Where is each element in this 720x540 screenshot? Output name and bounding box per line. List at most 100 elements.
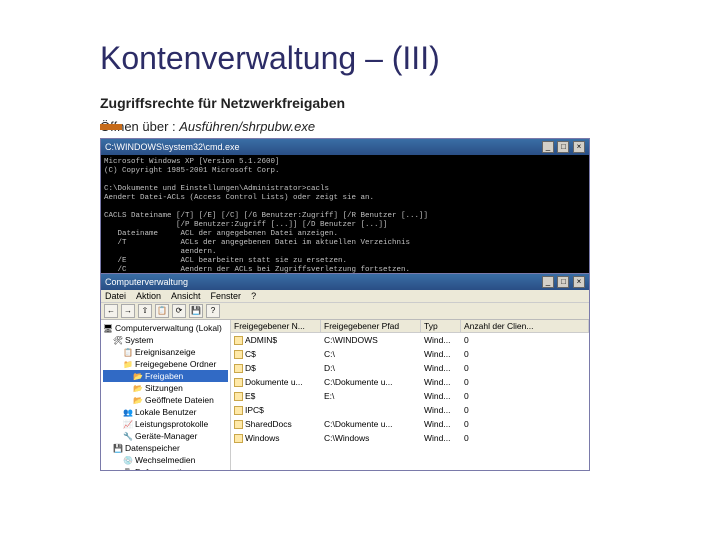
tree-label: Ereignisanzeige (135, 346, 195, 358)
cmd-titlebar[interactable]: C:\WINDOWS\system32\cmd.exe _ □ × (101, 139, 589, 155)
tree-label: Freigegebene Ordner (135, 358, 216, 370)
tree-item[interactable]: 📂Freigaben (103, 370, 228, 382)
tree-item[interactable]: 📈Leistungsprotokolle (103, 418, 228, 430)
list-header: Freigegebener N... Freigegebener Pfad Ty… (231, 320, 589, 333)
menu-item[interactable]: Aktion (136, 291, 161, 301)
cell: 0 (461, 375, 589, 389)
table-row[interactable]: D$D:\Wind...0 (231, 361, 589, 375)
minimize-button[interactable]: _ (542, 276, 554, 288)
tree-item[interactable]: 👥Lokale Benutzer (103, 406, 228, 418)
cmd-title-text: C:\WINDOWS\system32\cmd.exe (105, 142, 240, 152)
tree-item[interactable]: 🗜Defragmentierung (103, 466, 228, 470)
help-button[interactable]: ? (206, 304, 220, 318)
folder-icon: 📂 (133, 371, 143, 381)
table-row[interactable]: ADMIN$C:\WINDOWSWind...0 (231, 333, 589, 347)
table-row[interactable]: SharedDocsC:\Dokumente u...Wind...0 (231, 417, 589, 431)
cell: SharedDocs (231, 417, 321, 431)
toolbar: ← → ⇧ 📋 ⟳ 💾 ? (101, 303, 589, 320)
folder-icon: 🗜 (123, 467, 133, 470)
cmd-output: Microsoft Windows XP [Version 5.1.2600] … (101, 155, 589, 273)
cell: C:\Dokumente u... (321, 375, 421, 389)
tree-item[interactable]: 📋Ereignisanzeige (103, 346, 228, 358)
menu-item[interactable]: Datei (105, 291, 126, 301)
back-button[interactable]: ← (104, 304, 118, 318)
folder-icon: 📂 (133, 383, 143, 393)
computer-icon: 🖥 (103, 323, 113, 333)
tree-label: Geräte-Manager (135, 430, 197, 442)
cell: D$ (231, 361, 321, 375)
table-row[interactable]: WindowsC:\WindowsWind...0 (231, 431, 589, 445)
cell: C:\Windows (321, 431, 421, 445)
col-header[interactable]: Anzahl der Clien... (461, 320, 589, 332)
tree-item[interactable]: 💾Datenspeicher (103, 442, 228, 454)
properties-button[interactable]: 📋 (155, 304, 169, 318)
cell: Wind... (421, 347, 461, 361)
menu-item[interactable]: Fenster (211, 291, 242, 301)
cell: Wind... (421, 361, 461, 375)
tree-item[interactable]: 🔧Geräte-Manager (103, 430, 228, 442)
list-panel: Freigegebener N... Freigegebener Pfad Ty… (231, 320, 589, 470)
col-header[interactable]: Freigegebener Pfad (321, 320, 421, 332)
close-button[interactable]: × (573, 141, 585, 153)
share-icon (234, 336, 243, 345)
folder-icon: 💾 (113, 443, 123, 453)
col-header[interactable]: Typ (421, 320, 461, 332)
table-row[interactable]: Dokumente u...C:\Dokumente u...Wind...0 (231, 375, 589, 389)
refresh-button[interactable]: ⟳ (172, 304, 186, 318)
tree-label: Freigaben (145, 370, 183, 382)
open-instruction: Öffnen über : Ausführen/shrpubw.exe (100, 119, 720, 134)
slide-title: Kontenverwaltung – (III) (100, 40, 720, 77)
share-icon (234, 350, 243, 359)
cell: C$ (231, 347, 321, 361)
cell: Dokumente u... (231, 375, 321, 389)
cell: Wind... (421, 431, 461, 445)
cell: ADMIN$ (231, 333, 321, 347)
export-button[interactable]: 💾 (189, 304, 203, 318)
tree-item[interactable]: 🛠System (103, 334, 228, 346)
minimize-button[interactable]: _ (542, 141, 554, 153)
table-row[interactable]: IPC$ Wind...0 (231, 403, 589, 417)
tree-label: Datenspeicher (125, 442, 180, 454)
close-button[interactable]: × (573, 276, 585, 288)
mgmt-titlebar[interactable]: Computerverwaltung _ □ × (101, 274, 589, 290)
cell: Wind... (421, 389, 461, 403)
up-button[interactable]: ⇧ (138, 304, 152, 318)
share-icon (234, 378, 243, 387)
cell: C:\WINDOWS (321, 333, 421, 347)
share-icon (234, 420, 243, 429)
menu-bar: Datei Aktion Ansicht Fenster ? (101, 290, 589, 303)
tree-item[interactable]: 📂Sitzungen (103, 382, 228, 394)
table-row[interactable]: C$C:\Wind...0 (231, 347, 589, 361)
cmd-window: C:\WINDOWS\system32\cmd.exe _ □ × Micros… (100, 138, 590, 274)
tree-item[interactable]: 📂Geöffnete Dateien (103, 394, 228, 406)
menu-item[interactable]: ? (251, 291, 256, 301)
cell: IPC$ (231, 403, 321, 417)
cell (321, 403, 421, 417)
cell: 0 (461, 403, 589, 417)
tree-panel: 🖥 Computerverwaltung (Lokal) 🛠System📋Ere… (101, 320, 231, 470)
cell: Windows (231, 431, 321, 445)
cell: E:\ (321, 389, 421, 403)
cell: Wind... (421, 403, 461, 417)
col-header[interactable]: Freigegebener N... (231, 320, 321, 332)
cell: Wind... (421, 375, 461, 389)
slide-subtitle: Zugriffsrechte für Netzwerkfreigaben (100, 95, 720, 111)
tree-item[interactable]: 💿Wechselmedien (103, 454, 228, 466)
cell: 0 (461, 333, 589, 347)
folder-icon: 🔧 (123, 431, 133, 441)
mgmt-title-text: Computerverwaltung (105, 277, 188, 287)
maximize-button[interactable]: □ (557, 141, 569, 153)
cell: 0 (461, 417, 589, 431)
forward-button[interactable]: → (121, 304, 135, 318)
accent-bar (100, 124, 122, 130)
folder-icon: 📈 (123, 419, 133, 429)
cell: C:\ (321, 347, 421, 361)
table-row[interactable]: E$E:\Wind...0 (231, 389, 589, 403)
folder-icon: 💿 (123, 455, 133, 465)
tree-root[interactable]: 🖥 Computerverwaltung (Lokal) (103, 322, 228, 334)
menu-item[interactable]: Ansicht (171, 291, 201, 301)
tree-label: Geöffnete Dateien (145, 394, 214, 406)
tree-item[interactable]: 📁Freigegebene Ordner (103, 358, 228, 370)
cell: 0 (461, 431, 589, 445)
maximize-button[interactable]: □ (557, 276, 569, 288)
